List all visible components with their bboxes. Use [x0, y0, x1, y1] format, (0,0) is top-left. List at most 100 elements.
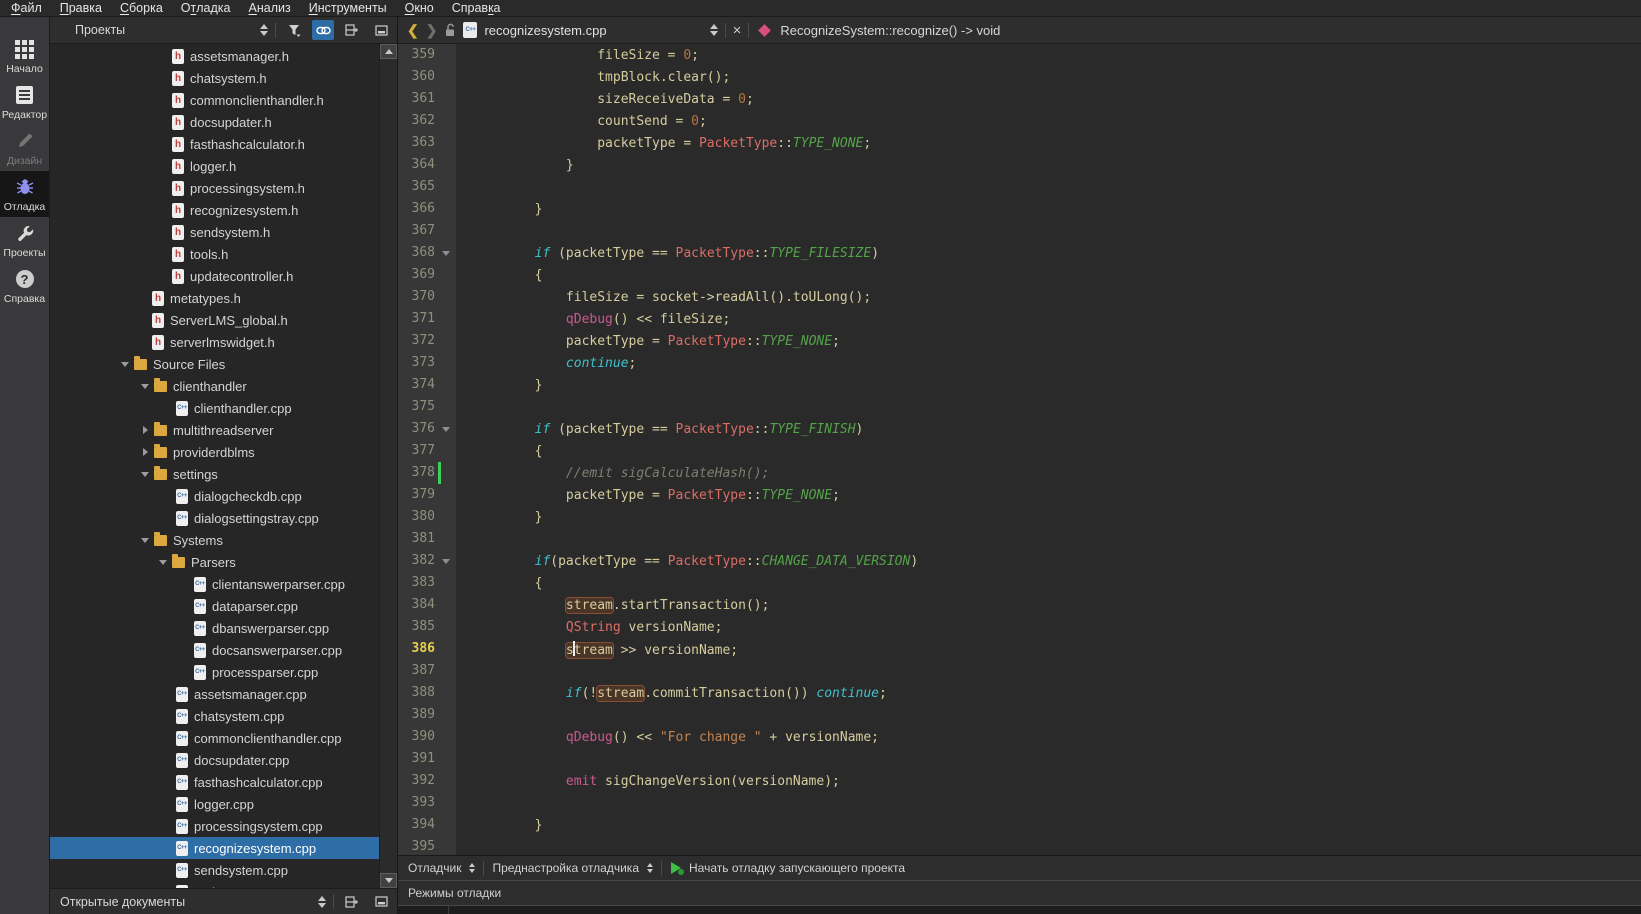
line-number[interactable]: 391: [398, 748, 438, 770]
fold-column[interactable]: [438, 660, 456, 682]
line-number[interactable]: 390: [398, 726, 438, 748]
code-line[interactable]: 387: [398, 660, 1641, 682]
fold-column[interactable]: [438, 726, 456, 748]
fold-column[interactable]: [438, 132, 456, 154]
collapsed-arrow-icon[interactable]: [136, 426, 154, 434]
split-icon[interactable]: [341, 892, 363, 912]
tree-item[interactable]: hServerLMS_global.h: [50, 309, 379, 331]
code-line[interactable]: 390 qDebug() << "For change " + versionN…: [398, 726, 1641, 748]
fold-column[interactable]: [438, 110, 456, 132]
tree-item[interactable]: C++commonclienthandler.cpp: [50, 727, 379, 749]
forward-icon[interactable]: ❯: [426, 23, 438, 37]
expanded-arrow-icon[interactable]: [136, 384, 154, 389]
fold-column[interactable]: [438, 792, 456, 814]
line-number[interactable]: 381: [398, 528, 438, 550]
fold-column[interactable]: [438, 506, 456, 528]
fold-column[interactable]: [438, 682, 456, 704]
debugger-combo[interactable]: Отладчик: [408, 861, 475, 875]
line-number[interactable]: 361: [398, 88, 438, 110]
fold-column[interactable]: [438, 198, 456, 220]
code-line[interactable]: 393: [398, 792, 1641, 814]
code-editor[interactable]: 359 fileSize = 0;360 tmpBlock.clear();36…: [398, 44, 1641, 855]
fold-column[interactable]: [438, 616, 456, 638]
tree-item[interactable]: C++dialogsettingstray.cpp: [50, 507, 379, 529]
tree-item[interactable]: C++fasthashcalculator.cpp: [50, 771, 379, 793]
menu-item-build[interactable]: Сборка: [111, 0, 172, 16]
tree-item[interactable]: C++clienthandler.cpp: [50, 397, 379, 419]
line-number[interactable]: 389: [398, 704, 438, 726]
tree-item[interactable]: C++dialogcheckdb.cpp: [50, 485, 379, 507]
line-number[interactable]: 387: [398, 660, 438, 682]
fold-column[interactable]: [438, 374, 456, 396]
tree-item[interactable]: hfasthashcalculator.h: [50, 133, 379, 155]
code-line[interactable]: 371 qDebug() << fileSize;: [398, 308, 1641, 330]
line-number[interactable]: 370: [398, 286, 438, 308]
collapsed-arrow-icon[interactable]: [136, 448, 154, 456]
line-number[interactable]: 380: [398, 506, 438, 528]
code-line[interactable]: 388 if(!stream.commitTransaction()) cont…: [398, 682, 1641, 704]
fold-marker-icon[interactable]: [442, 251, 450, 256]
code-line[interactable]: 377 {: [398, 440, 1641, 462]
line-number[interactable]: 362: [398, 110, 438, 132]
back-icon[interactable]: ❮: [407, 23, 419, 37]
code-line[interactable]: 359 fileSize = 0;: [398, 44, 1641, 66]
fold-marker-icon[interactable]: [442, 427, 450, 432]
split-icon[interactable]: [341, 20, 363, 40]
tree-item[interactable]: multithreadserver: [50, 419, 379, 441]
fold-column[interactable]: [438, 484, 456, 506]
filter-icon[interactable]: [283, 20, 305, 40]
code-line[interactable]: 379 packetType = PacketType::TYPE_NONE;: [398, 484, 1641, 506]
tree-item[interactable]: clienthandler: [50, 375, 379, 397]
tree-item[interactable]: C++tools.cpp: [50, 881, 379, 888]
fold-column[interactable]: [438, 66, 456, 88]
tree-item[interactable]: C++dbanswerparser.cpp: [50, 617, 379, 639]
line-number[interactable]: 369: [398, 264, 438, 286]
mode-welcome[interactable]: Начало: [0, 33, 49, 79]
code-line[interactable]: 361 sizeReceiveData = 0;: [398, 88, 1641, 110]
fold-column[interactable]: [438, 638, 456, 660]
code-line[interactable]: 374 }: [398, 374, 1641, 396]
fold-column[interactable]: [438, 264, 456, 286]
code-line[interactable]: 366 }: [398, 198, 1641, 220]
tree-item[interactable]: hrecognizesystem.h: [50, 199, 379, 221]
fold-column[interactable]: [438, 418, 456, 440]
tree-item[interactable]: C++recognizesystem.cpp: [50, 837, 379, 859]
close-icon[interactable]: ×: [733, 23, 742, 38]
tree-item[interactable]: hdocsupdater.h: [50, 111, 379, 133]
line-number[interactable]: 371: [398, 308, 438, 330]
line-number[interactable]: 394: [398, 814, 438, 836]
line-number[interactable]: 367: [398, 220, 438, 242]
line-number[interactable]: 368: [398, 242, 438, 264]
line-number[interactable]: 375: [398, 396, 438, 418]
fold-column[interactable]: [438, 594, 456, 616]
fold-column[interactable]: [438, 352, 456, 374]
line-number[interactable]: 382: [398, 550, 438, 572]
tree-item[interactable]: C++dataparser.cpp: [50, 595, 379, 617]
code-line[interactable]: 381: [398, 528, 1641, 550]
document-selector[interactable]: recognizesystem.cpp: [484, 23, 606, 38]
fold-column[interactable]: [438, 572, 456, 594]
updown-icon[interactable]: [710, 24, 718, 36]
code-line[interactable]: 391: [398, 748, 1641, 770]
expanded-arrow-icon[interactable]: [116, 362, 134, 367]
fold-column[interactable]: [438, 242, 456, 264]
tree-item[interactable]: C++sendsystem.cpp: [50, 859, 379, 881]
tree-item[interactable]: C++processparser.cpp: [50, 661, 379, 683]
expanded-arrow-icon[interactable]: [136, 472, 154, 477]
code-line[interactable]: 389: [398, 704, 1641, 726]
line-number[interactable]: 385: [398, 616, 438, 638]
tree-item[interactable]: C++docsanswerparser.cpp: [50, 639, 379, 661]
code-line[interactable]: 385 QString versionName;: [398, 616, 1641, 638]
fold-column[interactable]: [438, 836, 456, 855]
line-number[interactable]: 383: [398, 572, 438, 594]
code-line[interactable]: 372 packetType = PacketType::TYPE_NONE;: [398, 330, 1641, 352]
tree-item[interactable]: Systems: [50, 529, 379, 551]
tree-item[interactable]: C++chatsystem.cpp: [50, 705, 379, 727]
line-number[interactable]: 377: [398, 440, 438, 462]
line-number[interactable]: 384: [398, 594, 438, 616]
tree-item[interactable]: hlogger.h: [50, 155, 379, 177]
tree-item[interactable]: C++docsupdater.cpp: [50, 749, 379, 771]
code-line[interactable]: 365: [398, 176, 1641, 198]
mode-debug[interactable]: Отладка: [0, 171, 49, 217]
fold-column[interactable]: [438, 770, 456, 792]
